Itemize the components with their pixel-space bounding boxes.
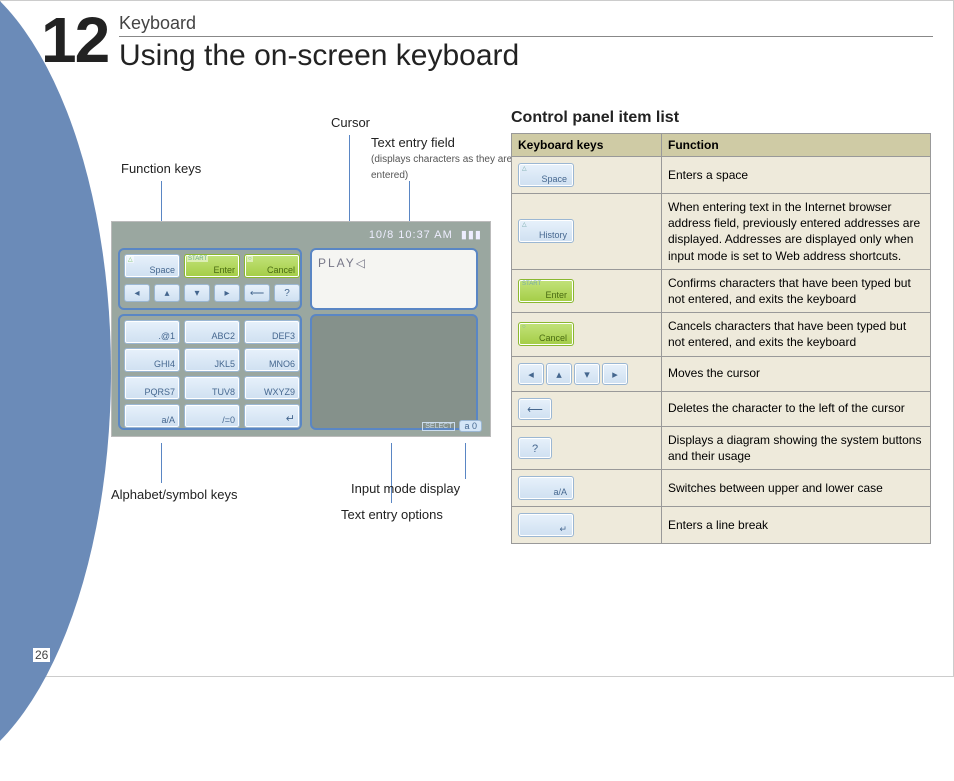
tkey-backspace: ⟵ <box>518 398 552 420</box>
arrow-up-icon: ▴ <box>546 363 572 385</box>
page-header: 12 Keyboard Using the on-screen keyboard <box>41 13 933 73</box>
tkey-linebreak: ↵ <box>518 513 574 537</box>
tkey-arrows: ◂ ▴ ▾ ▸ <box>518 363 655 385</box>
key-linebreak[interactable]: ↵ <box>244 404 300 428</box>
fn-text: Enters a space <box>662 157 931 194</box>
table-row: STARTEnter Confirms characters that have… <box>512 269 931 312</box>
callout-label: Function keys <box>121 161 201 176</box>
page-number: 26 <box>33 648 50 662</box>
table-row: △History When entering text in the Inter… <box>512 194 931 270</box>
table-row: ↵ Enters a line break <box>512 506 931 543</box>
manual-page: 12 Keyboard Using the on-screen keyboard… <box>0 0 954 677</box>
callout-note: (displays characters as they are entered… <box>371 154 512 181</box>
psp-screenshot: 10/8 10:37 AM ▮▮▮ △Space STARTEnter ○Can… <box>111 221 491 437</box>
battery-icon: ▮▮▮ <box>461 228 482 241</box>
table-row: ◂ ▴ ▾ ▸ Moves the cursor <box>512 356 931 391</box>
input-mode-chip: a 0 <box>459 420 482 432</box>
key-backspace[interactable]: ⟵ <box>244 284 270 302</box>
callout-text-entry-field: Text entry field (displays characters as… <box>371 135 521 182</box>
key-6[interactable]: MNO6 <box>244 348 300 372</box>
th-keys: Keyboard keys <box>512 134 662 157</box>
callout-function-keys: Function keys <box>121 161 201 176</box>
fn-text: Enters a line break <box>662 506 931 543</box>
key-4[interactable]: GHI4 <box>124 348 180 372</box>
cursor-icon: ◁ <box>356 256 367 270</box>
fn-text: Cancels characters that have been typed … <box>662 313 931 356</box>
callout-label: Text entry options <box>341 507 443 522</box>
key-0[interactable]: /=0 <box>184 404 240 428</box>
arrow-left-icon: ◂ <box>518 363 544 385</box>
key-9[interactable]: WXYZ9 <box>244 376 300 400</box>
fn-text: Switches between upper and lower case <box>662 469 931 506</box>
control-panel-table: Keyboard keys Function △Space Enters a s… <box>511 133 931 544</box>
function-key-group: △Space STARTEnter ○Cancel ◂ ▴ ▾ ▸ ⟵ ? <box>118 248 302 310</box>
key-3[interactable]: DEF3 <box>244 320 300 344</box>
control-panel-title: Control panel item list <box>511 109 931 127</box>
callout-input-mode: Input mode display <box>351 481 460 496</box>
key-help[interactable]: ? <box>274 284 300 302</box>
status-bar: 10/8 10:37 AM ▮▮▮ <box>369 228 482 241</box>
callout-alphabet-keys: Alphabet/symbol keys <box>111 487 237 502</box>
fn-text: When entering text in the Internet brows… <box>662 194 931 270</box>
clock-text: 10/8 10:37 AM <box>369 229 453 241</box>
section-label: Keyboard <box>119 13 933 37</box>
table-row: a/A Switches between upper and lower cas… <box>512 469 931 506</box>
table-row: ○Cancel Cancels characters that have bee… <box>512 313 931 356</box>
tkey-case: a/A <box>518 476 574 500</box>
tkey-history: △History <box>518 219 574 243</box>
arrow-right-icon: ▸ <box>602 363 628 385</box>
key-7[interactable]: PQRS7 <box>124 376 180 400</box>
callout-label: Cursor <box>331 115 370 130</box>
input-mode-display: SELECT a 0 <box>422 420 482 432</box>
key-arrow-left[interactable]: ◂ <box>124 284 150 302</box>
table-row: ⟵ Deletes the character to the left of t… <box>512 391 931 426</box>
text-entry-options-area[interactable] <box>310 314 478 430</box>
callout-label: Alphabet/symbol keys <box>111 487 237 502</box>
key-8[interactable]: TUV8 <box>184 376 240 400</box>
callout-cursor: Cursor <box>331 115 370 130</box>
tkey-space: △Space <box>518 163 574 187</box>
key-arrow-up[interactable]: ▴ <box>154 284 180 302</box>
key-space[interactable]: △Space <box>124 254 180 278</box>
arrow-down-icon: ▾ <box>574 363 600 385</box>
table-row: ? Displays a diagram showing the system … <box>512 426 931 469</box>
right-column: Control panel item list Keyboard keys Fu… <box>511 109 931 544</box>
key-arrow-right[interactable]: ▸ <box>214 284 240 302</box>
callouts-bottom: Alphabet/symbol keys Text entry options … <box>111 449 501 529</box>
section-number: 12 <box>41 13 108 67</box>
callout-label: Text entry field <box>371 135 455 150</box>
section-title: Using the on-screen keyboard <box>119 39 933 73</box>
callout-label: Input mode display <box>351 481 460 496</box>
fn-text: Confirms characters that have been typed… <box>662 269 931 312</box>
tkey-help: ? <box>518 437 552 459</box>
text-entry-field[interactable]: PLAY◁ <box>310 248 478 310</box>
fn-text: Deletes the character to the left of the… <box>662 391 931 426</box>
select-label: SELECT <box>422 422 455 431</box>
left-column: Function keys Cursor Text entry field (d… <box>111 111 501 529</box>
fn-text: Displays a diagram showing the system bu… <box>662 426 931 469</box>
key-2[interactable]: ABC2 <box>184 320 240 344</box>
tkey-cancel: ○Cancel <box>518 322 574 346</box>
key-5[interactable]: JKL5 <box>184 348 240 372</box>
entered-text: PLAY <box>318 256 356 270</box>
key-enter[interactable]: STARTEnter <box>184 254 240 278</box>
key-arrow-down[interactable]: ▾ <box>184 284 210 302</box>
alphabet-key-group: .@1 ABC2 DEF3 GHI4 JKL5 MNO6 PQRS7 TUV8 … <box>118 314 302 430</box>
side-arc-decor <box>0 0 111 781</box>
callout-text-options: Text entry options <box>341 507 443 522</box>
key-1[interactable]: .@1 <box>124 320 180 344</box>
tkey-enter: STARTEnter <box>518 279 574 303</box>
fn-text: Moves the cursor <box>662 356 931 391</box>
table-row: △Space Enters a space <box>512 157 931 194</box>
key-cancel[interactable]: ○Cancel <box>244 254 300 278</box>
th-fn: Function <box>662 134 931 157</box>
key-case[interactable]: a/A <box>124 404 180 428</box>
callouts-top: Function keys Cursor Text entry field (d… <box>111 111 501 221</box>
